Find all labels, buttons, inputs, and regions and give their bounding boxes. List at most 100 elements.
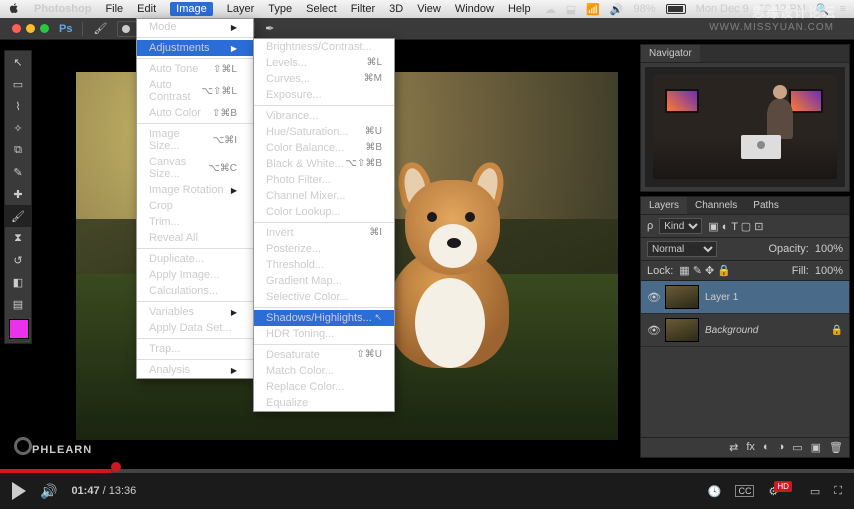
adj-vibrance[interactable]: Vibrance... [254, 108, 394, 124]
progress-bar[interactable] [0, 469, 854, 473]
cloud-icon[interactable]: ☁ [545, 3, 556, 16]
menu-image-rotation[interactable]: Image Rotation [137, 182, 253, 198]
menu-mode[interactable]: Mode [137, 19, 253, 35]
color-swatch[interactable] [9, 319, 29, 339]
menu-edit[interactable]: Edit [137, 3, 156, 15]
settings-icon[interactable]: ⚙HD [768, 485, 795, 498]
adj-bw[interactable]: Black & White...⌥⇧⌘B [254, 156, 394, 172]
adj-photo-filter[interactable]: Photo Filter... [254, 172, 394, 188]
adj-gradient-map[interactable]: Gradient Map... [254, 273, 394, 289]
theater-icon[interactable]: ▭ [810, 485, 820, 498]
fullscreen-icon[interactable]: ⛶ [834, 485, 842, 498]
lasso-tool[interactable]: ⌇ [5, 95, 31, 117]
fill-value[interactable]: 100% [815, 265, 843, 277]
play-button[interactable] [12, 482, 26, 500]
apple-icon[interactable] [8, 2, 20, 17]
menu-apply-image[interactable]: Apply Image... [137, 267, 253, 283]
heal-tool[interactable]: ✚ [5, 183, 31, 205]
menu-adjustments[interactable]: Adjustments [137, 40, 253, 56]
adj-equalize[interactable]: Equalize [254, 395, 394, 411]
menu-canvas-size[interactable]: Canvas Size...⌥⌘C [137, 154, 253, 182]
brush-tool-icon[interactable]: 🖌 [93, 22, 107, 35]
marquee-tool[interactable]: ▭ [5, 73, 31, 95]
history-brush-tool[interactable]: ↺ [5, 249, 31, 271]
layer-name[interactable]: Background [705, 325, 758, 336]
fx-icon[interactable]: fx [746, 441, 755, 454]
dropbox-icon[interactable]: ⬓ [566, 3, 576, 16]
adj-replace-color[interactable]: Replace Color... [254, 379, 394, 395]
menu-reveal-all: Reveal All [137, 230, 253, 246]
adj-selective[interactable]: Selective Color... [254, 289, 394, 305]
volume-icon[interactable]: 🔊 [40, 483, 57, 500]
cc-icon[interactable]: CC [735, 485, 754, 497]
adj-levels[interactable]: Levels...⌘L [254, 55, 394, 71]
navigator-preview[interactable] [645, 67, 845, 187]
notification-icon[interactable]: ≡ [840, 3, 846, 15]
volume-icon[interactable]: 🔊 [610, 3, 624, 16]
menu-image[interactable]: Image [170, 2, 213, 16]
adjustment-icon[interactable]: ◑ [778, 441, 785, 454]
menu-select[interactable]: Select [306, 3, 337, 15]
menu-file[interactable]: File [105, 3, 123, 15]
adj-channel-mixer[interactable]: Channel Mixer... [254, 188, 394, 204]
group-icon[interactable]: ▭ [792, 441, 802, 454]
adj-curves[interactable]: Curves...⌘M [254, 71, 394, 87]
gradient-tool[interactable]: ▤ [5, 293, 31, 315]
menu-auto-tone[interactable]: Auto Tone⇧⌘L [137, 61, 253, 77]
wand-tool[interactable]: ✧ [5, 117, 31, 139]
channels-tab[interactable]: Channels [687, 197, 745, 214]
eraser-tool[interactable]: ◧ [5, 271, 31, 293]
menu-calculations[interactable]: Calculations... [137, 283, 253, 299]
menu-analysis[interactable]: Analysis [137, 362, 253, 378]
layers-tab[interactable]: Layers [641, 197, 687, 214]
visibility-icon[interactable]: 👁 [647, 291, 659, 304]
blend-mode-select[interactable]: Normal [647, 241, 717, 257]
eyedropper-tool[interactable]: ✎ [5, 161, 31, 183]
menu-help[interactable]: Help [508, 3, 531, 15]
adj-invert[interactable]: Invert⌘I [254, 225, 394, 241]
layer-name[interactable]: Layer 1 [705, 292, 738, 303]
paths-tab[interactable]: Paths [745, 197, 787, 214]
menu-view[interactable]: View [417, 3, 441, 15]
opacity-value[interactable]: 100% [815, 243, 843, 255]
menu-trim[interactable]: Trim... [137, 214, 253, 230]
mask-icon[interactable]: ◐ [763, 441, 770, 454]
menu-layer[interactable]: Layer [227, 3, 255, 15]
trash-icon[interactable]: 🗑 [829, 441, 843, 454]
menu-auto-color[interactable]: Auto Color⇧⌘B [137, 105, 253, 121]
menu-image-size[interactable]: Image Size...⌥⌘I [137, 126, 253, 154]
adj-match-color[interactable]: Match Color... [254, 363, 394, 379]
menu-window[interactable]: Window [455, 3, 494, 15]
adj-desaturate[interactable]: Desaturate⇧⌘U [254, 347, 394, 363]
adj-hdr-toning[interactable]: HDR Toning... [254, 326, 394, 342]
menu-auto-contrast[interactable]: Auto Contrast⌥⇧⌘L [137, 77, 253, 105]
new-layer-icon[interactable]: ▣ [811, 441, 821, 454]
adj-hue[interactable]: Hue/Saturation...⌘U [254, 124, 394, 140]
menu-3d[interactable]: 3D [389, 3, 403, 15]
crop-tool[interactable]: ⧉ [5, 139, 31, 161]
menu-type[interactable]: Type [268, 3, 292, 15]
adj-brightness[interactable]: Brightness/Contrast... [254, 39, 394, 55]
lock-icons[interactable]: ▦ ✎ ✥ 🔒 [679, 264, 731, 277]
brush-tool[interactable]: 🖌 [5, 205, 31, 227]
filter-kind-select[interactable]: Kind [659, 218, 702, 234]
layer-row[interactable]: 👁 Layer 1 [641, 281, 849, 314]
navigator-tab[interactable]: Navigator [641, 45, 700, 62]
visibility-icon[interactable]: 👁 [647, 324, 659, 337]
stamp-tool[interactable]: ⧗ [5, 227, 31, 249]
layer-row[interactable]: 👁 Background 🔒 [641, 314, 849, 347]
adj-color-balance[interactable]: Color Balance...⌘B [254, 140, 394, 156]
link-icon[interactable]: ⇄ [729, 441, 738, 454]
window-traffic[interactable] [12, 24, 49, 33]
menu-duplicate[interactable]: Duplicate... [137, 251, 253, 267]
airbrush-icon[interactable]: ✒ [265, 22, 274, 35]
wifi-icon[interactable]: 📶 [586, 3, 600, 16]
adj-exposure[interactable]: Exposure... [254, 87, 394, 103]
adj-threshold[interactable]: Threshold... [254, 257, 394, 273]
adj-color-lookup[interactable]: Color Lookup... [254, 204, 394, 220]
adj-posterize[interactable]: Posterize... [254, 241, 394, 257]
menu-filter[interactable]: Filter [351, 3, 375, 15]
move-tool[interactable]: ↖ [5, 51, 31, 73]
adj-shadows-highlights[interactable]: Shadows/Highlights...↖ [254, 310, 394, 326]
watch-later-icon[interactable]: 🕓 [708, 485, 722, 498]
